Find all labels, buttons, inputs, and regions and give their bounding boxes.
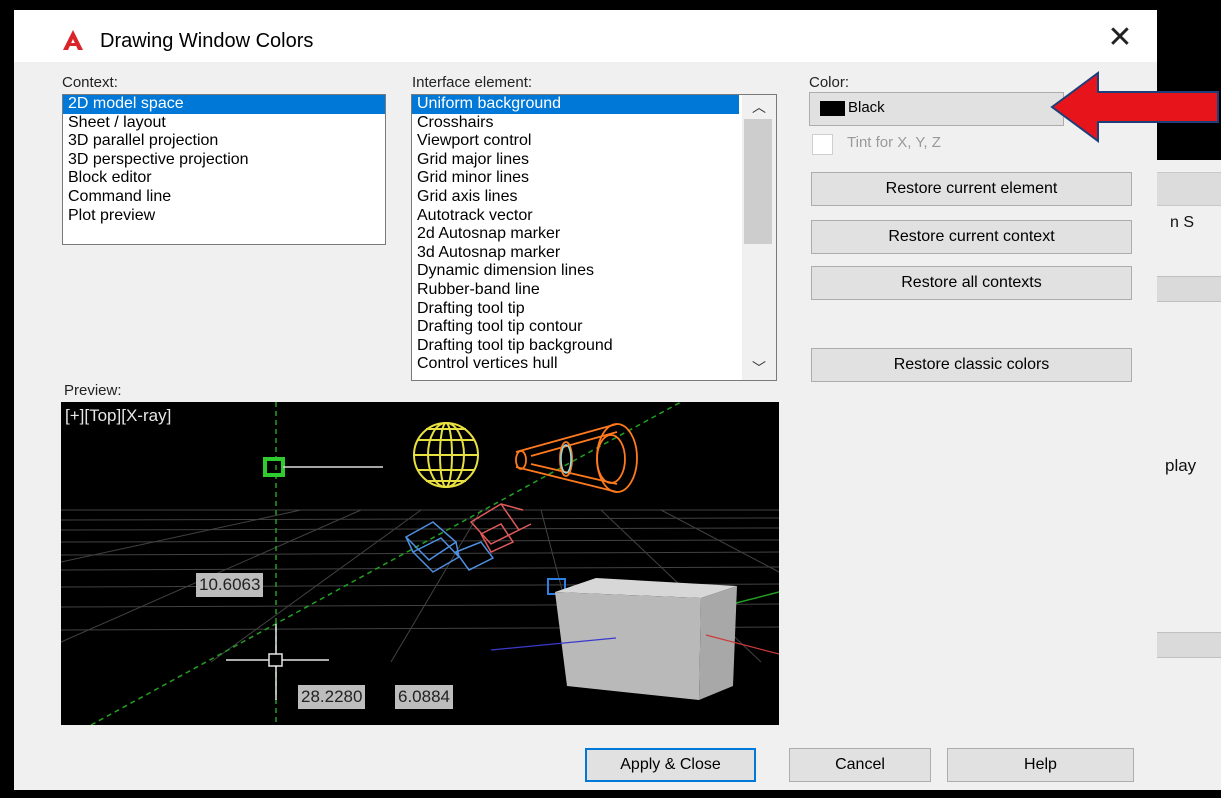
preview-scene — [61, 402, 779, 725]
color-label: Color: — [809, 74, 850, 91]
interface-item[interactable]: Dynamic dimension lines — [412, 262, 776, 281]
autocad-logo-icon — [63, 30, 83, 50]
color-value: Black — [848, 99, 885, 116]
background-app-text: play — [1165, 456, 1197, 475]
background-app-band — [1150, 632, 1221, 658]
title-bar: Drawing Window Colors ✕ — [14, 10, 1157, 62]
context-item[interactable]: 3D perspective projection — [63, 151, 385, 170]
restore-all-contexts-button[interactable]: Restore all contexts — [811, 266, 1132, 300]
preview-canvas: [+][Top][X-ray] 10.6063 28.2280 6.0884 — [61, 402, 779, 725]
interface-element-listbox[interactable]: Uniform background Crosshairs Viewport c… — [411, 94, 777, 381]
context-item[interactable]: Block editor — [63, 169, 385, 188]
interface-item[interactable]: Grid minor lines — [412, 169, 776, 188]
cancel-button[interactable]: Cancel — [789, 748, 931, 782]
preview-label: Preview: — [64, 382, 122, 399]
close-button[interactable]: ✕ — [1102, 22, 1138, 54]
interface-item[interactable]: 3d Autosnap marker — [412, 244, 776, 263]
screen-frame-top — [0, 0, 1221, 10]
background-app-header — [1150, 172, 1221, 206]
interface-item[interactable]: Control vertices hull — [412, 355, 776, 374]
scrollbar-thumb[interactable] — [744, 119, 772, 244]
tint-xyz-checkbox[interactable] — [812, 134, 833, 155]
interface-item[interactable]: Uniform background — [412, 95, 739, 114]
interface-item[interactable]: Crosshairs — [412, 114, 776, 133]
restore-classic-colors-button[interactable]: Restore classic colors — [811, 348, 1132, 382]
restore-current-element-button[interactable]: Restore current element — [811, 172, 1132, 206]
context-item[interactable]: Command line — [63, 188, 385, 207]
color-swatch — [820, 101, 845, 116]
interface-item[interactable]: Drafting tool tip — [412, 300, 776, 319]
interface-item[interactable]: Rubber-band line — [412, 281, 776, 300]
tint-xyz-label: Tint for X, Y, Z — [847, 134, 941, 151]
dimension-tooltip: 10.6063 — [196, 573, 264, 597]
background-app-text: n S — [1170, 214, 1195, 231]
background-app-band — [1150, 276, 1221, 302]
scroll-down-chevron-icon[interactable]: ﹀ — [742, 356, 776, 380]
context-item[interactable]: Plot preview — [63, 207, 385, 226]
red-arrow-annotation-icon — [1050, 71, 1219, 143]
help-button[interactable]: Help — [947, 748, 1134, 782]
dimension-tooltip: 28.2280 — [298, 685, 366, 709]
interface-item[interactable]: Autotrack vector — [412, 207, 776, 226]
interface-element-label: Interface element: — [412, 74, 533, 91]
screen-frame-left — [0, 0, 14, 798]
restore-current-context-button[interactable]: Restore current context — [811, 220, 1132, 254]
viewport-label: [+][Top][X-ray] — [65, 406, 172, 425]
interface-item[interactable]: 2d Autosnap marker — [412, 225, 776, 244]
scroll-up-chevron-icon[interactable]: ︿ — [742, 95, 776, 119]
context-item[interactable]: 3D parallel projection — [63, 132, 385, 151]
vertical-scrollbar[interactable]: ︿ ﹀ — [742, 95, 776, 380]
drawing-window-colors-dialog: Drawing Window Colors ✕ Context: 2D mode… — [14, 10, 1157, 790]
color-dropdown[interactable]: Black — [809, 92, 1064, 126]
context-item[interactable]: 2D model space — [63, 95, 385, 114]
interface-item[interactable]: Drafting tool tip background — [412, 337, 776, 356]
dimension-tooltip: 6.0884 — [395, 685, 453, 709]
interface-item[interactable]: Viewport control — [412, 132, 776, 151]
dialog-title: Drawing Window Colors — [100, 30, 314, 52]
screen-frame-bottom — [0, 790, 1221, 798]
interface-item[interactable]: Grid major lines — [412, 151, 776, 170]
context-item[interactable]: Sheet / layout — [63, 114, 385, 133]
interface-item[interactable]: Drafting tool tip contour — [412, 318, 776, 337]
apply-close-button[interactable]: Apply & Close — [585, 748, 756, 782]
context-listbox[interactable]: 2D model space Sheet / layout 3D paralle… — [62, 94, 386, 245]
context-label: Context: — [62, 74, 118, 91]
interface-item[interactable]: Grid axis lines — [412, 188, 776, 207]
